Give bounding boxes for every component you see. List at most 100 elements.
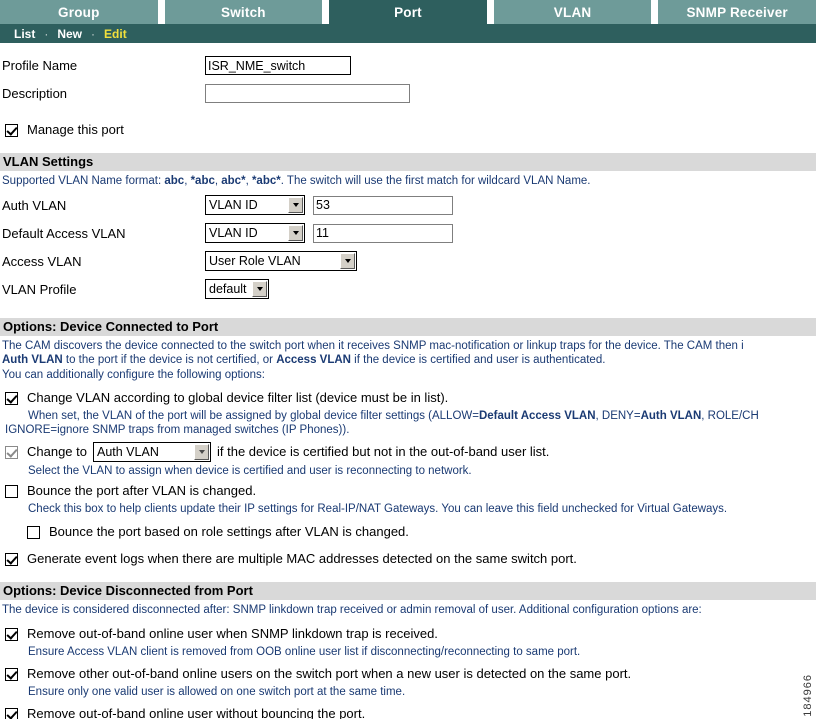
default-access-vlan-id-input[interactable] — [313, 223, 453, 243]
auth-vlan-row: Auth VLAN VLAN ID — [0, 193, 816, 218]
vlan-profile-value: default — [209, 282, 247, 296]
bounce-port-row[interactable]: Bounce the port after VLAN is changed. — [0, 482, 816, 500]
tab-snmp-receiver-label: SNMP Receiver — [686, 4, 788, 20]
connected-desc-auth-vlan: Auth VLAN — [2, 354, 63, 366]
disconnected-section-header: Options: Device Disconnected from Port — [0, 582, 816, 600]
manage-port-label: Manage this port — [27, 122, 124, 137]
change-to-vlan-row[interactable]: Change to Auth VLAN if the device is cer… — [0, 442, 816, 462]
subnav-item-edit[interactable]: Edit — [104, 27, 127, 41]
remove-other-oob-users-note: Ensure only one valid user is allowed on… — [28, 685, 406, 698]
subnav-item-list[interactable]: List — [14, 27, 35, 41]
chevron-down-icon[interactable] — [340, 253, 355, 269]
vlan-help-format-1: abc — [164, 175, 185, 187]
subnav-separator-2: · — [91, 26, 96, 41]
vlan-help-prefix: Supported VLAN Name format: — [2, 175, 165, 187]
vlan-help-suffix: . The switch will use the first match fo… — [280, 175, 591, 187]
generate-event-logs-label: Generate event logs when there are multi… — [27, 551, 577, 566]
access-vlan-row: Access VLAN User Role VLAN — [0, 249, 816, 274]
vlan-help-format-3: abc* — [221, 175, 246, 187]
bounce-port-role-checkbox[interactable] — [27, 526, 40, 539]
vlan-profile-row: VLAN Profile default — [0, 277, 816, 302]
bounce-port-label: Bounce the port after VLAN is changed. — [27, 483, 257, 498]
tab-group[interactable]: Group — [0, 0, 158, 24]
tab-switch-label: Switch — [221, 4, 266, 20]
tab-vlan-label: VLAN — [553, 4, 592, 20]
auth-vlan-type-value: VLAN ID — [209, 198, 258, 212]
connected-desc-line3: You can additionally configure the follo… — [2, 368, 265, 381]
chevron-down-icon[interactable] — [288, 197, 303, 213]
chevron-down-icon[interactable] — [194, 444, 209, 460]
opt1-note-e: , ROLE/CH — [701, 410, 759, 422]
connected-desc-line2-d: if the device is certified and user is a… — [350, 354, 606, 366]
vlan-settings-help: Supported VLAN Name format: abc, *abc, a… — [2, 175, 591, 187]
generate-event-logs-row[interactable]: Generate event logs when there are multi… — [0, 550, 816, 568]
figure-number: 184966 — [802, 674, 814, 717]
generate-event-logs-checkbox[interactable] — [5, 553, 18, 566]
change-vlan-global-filter-checkbox[interactable] — [5, 392, 18, 405]
description-row: Description — [0, 81, 816, 106]
connected-desc-line2-b: to the port if the device is not certifi… — [62, 354, 277, 366]
tab-port[interactable]: Port — [329, 0, 487, 24]
subnav-item-new[interactable]: New — [57, 27, 82, 41]
change-vlan-global-filter-note-line2: IGNORE=ignore SNMP traps from managed sw… — [5, 424, 350, 436]
opt1-note-c: , DENY= — [595, 410, 641, 422]
tab-port-label: Port — [394, 4, 422, 20]
auth-vlan-type-select[interactable]: VLAN ID — [205, 195, 305, 215]
change-to-vlan-prefix: Change to — [27, 444, 87, 459]
connected-desc-access-vlan: Access VLAN — [276, 354, 351, 366]
remove-other-oob-users-row[interactable]: Remove other out-of-band online users on… — [0, 665, 816, 683]
profile-name-label: Profile Name — [2, 58, 78, 73]
change-vlan-global-filter-row[interactable]: Change VLAN according to global device f… — [0, 389, 816, 407]
tab-vlan[interactable]: VLAN — [493, 0, 652, 24]
tab-snmp-receiver[interactable]: SNMP Receiver — [658, 0, 816, 24]
remove-oob-user-no-bounce-label: Remove out-of-band online user without b… — [27, 705, 366, 719]
disconnected-desc: The device is considered disconnected af… — [2, 604, 702, 616]
change-to-vlan-value: Auth VLAN — [97, 445, 159, 459]
profile-name-input[interactable] — [205, 56, 351, 75]
connected-desc-line2: Auth VLAN to the port if the device is n… — [0, 353, 816, 368]
auth-vlan-id-input[interactable] — [313, 195, 453, 215]
vlan-help-format-4: *abc* — [251, 175, 281, 187]
remove-oob-user-no-bounce-checkbox[interactable] — [5, 707, 18, 719]
access-vlan-value: User Role VLAN — [209, 254, 301, 268]
opt1-note-a: When set, the VLAN of the port will be a… — [28, 410, 479, 422]
vlan-settings-header: VLAN Settings — [0, 153, 816, 171]
change-vlan-global-filter-note: When set, the VLAN of the port will be a… — [0, 407, 816, 423]
change-to-vlan-select[interactable]: Auth VLAN — [93, 442, 211, 462]
primary-tab-bar: Group Switch Port VLAN SNMP Receiver — [0, 0, 816, 24]
access-vlan-label: Access VLAN — [2, 253, 82, 269]
remove-oob-user-linkdown-checkbox[interactable] — [5, 627, 18, 641]
remove-oob-user-linkdown-label: Remove out-of-band online user when SNMP… — [27, 625, 438, 641]
chevron-down-icon[interactable] — [288, 225, 303, 241]
remove-oob-user-linkdown-row[interactable]: Remove out-of-band online user when SNMP… — [0, 625, 816, 643]
connected-section-header: Options: Device Connected to Port — [0, 317, 816, 336]
bounce-port-role-label: Bounce the port based on role settings a… — [49, 524, 409, 539]
vlan-profile-select[interactable]: default — [205, 279, 269, 299]
default-access-vlan-type-select[interactable]: VLAN ID — [205, 223, 305, 243]
manage-port-checkbox[interactable] — [5, 124, 18, 137]
remove-other-oob-users-checkbox[interactable] — [5, 667, 18, 681]
change-vlan-global-filter-label: Change VLAN according to global device f… — [27, 390, 449, 405]
connected-desc-line1: The CAM discovers the device connected t… — [0, 336, 816, 354]
connected-desc-line1-text: The CAM discovers the device connected t… — [2, 339, 744, 352]
change-to-vlan-checkbox[interactable] — [5, 445, 18, 459]
tab-switch[interactable]: Switch — [164, 0, 323, 24]
access-vlan-select[interactable]: User Role VLAN — [205, 251, 357, 271]
default-access-vlan-type-value: VLAN ID — [209, 226, 258, 240]
manage-port-row[interactable]: Manage this port — [0, 121, 816, 139]
chevron-down-icon[interactable] — [252, 281, 267, 297]
bounce-port-checkbox[interactable] — [5, 485, 18, 498]
bounce-port-note: Check this box to help clients update th… — [28, 503, 728, 515]
default-access-vlan-row: Default Access VLAN VLAN ID — [0, 221, 816, 246]
opt1-note-default-access-vlan: Default Access VLAN — [478, 410, 596, 422]
description-label: Description — [2, 86, 68, 101]
description-input[interactable] — [205, 84, 410, 103]
remove-oob-user-no-bounce-row[interactable]: Remove out-of-band online user without b… — [0, 705, 816, 719]
remove-oob-user-linkdown-note: Ensure Access VLAN client is removed fro… — [28, 645, 581, 658]
page-content: Profile Name Description Manage this por… — [0, 43, 816, 719]
tab-group-label: Group — [58, 4, 100, 20]
bounce-port-role-row[interactable]: Bounce the port based on role settings a… — [0, 523, 816, 541]
profile-name-row: Profile Name — [0, 53, 816, 78]
sub-navigation-bar: List · New · Edit — [0, 24, 816, 43]
opt1-note-auth-vlan: Auth VLAN — [640, 410, 702, 422]
